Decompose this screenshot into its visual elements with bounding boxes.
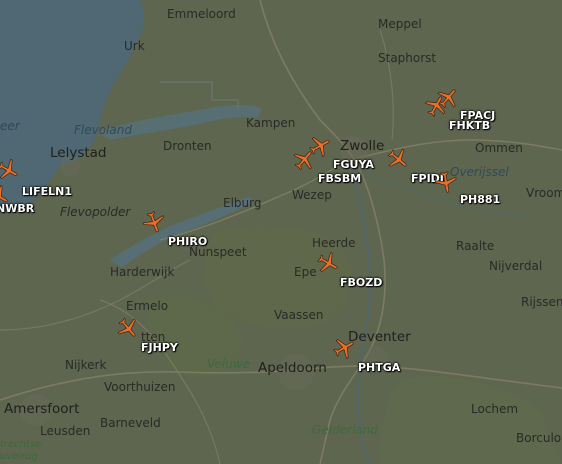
place-vaassen: Vaassen [274, 308, 324, 322]
aircraft-icon-fpidi[interactable] [386, 147, 410, 171]
aircraft-callsign-ph881[interactable]: PH881 [460, 194, 500, 205]
place-dronten: Dronten [163, 139, 212, 153]
place-kampen: Kampen [246, 116, 296, 130]
water-label-overijssel: Overijssel [450, 165, 509, 179]
aircraft-icon-ph881[interactable] [434, 170, 458, 194]
place-emmeloord: Emmeloord [167, 7, 236, 21]
place-eer: eer [0, 119, 20, 133]
aircraft-callsign-fjhpy[interactable]: FJHPY [141, 342, 178, 353]
aircraft-callsign-fhktb[interactable]: FHKTB [449, 120, 490, 131]
aircraft-callsign-fguya[interactable]: FGUYA [333, 159, 374, 170]
place-meppel: Meppel [378, 17, 422, 31]
region-gelderland: Gelderland [312, 423, 378, 437]
place-leusden: Leusden [40, 424, 91, 438]
aircraft-callsign-phiro[interactable]: PHIRO [168, 236, 207, 247]
region-utrecht: trechtse [0, 439, 42, 450]
aircraft-icon-fbozd[interactable] [316, 251, 340, 275]
place-lelystad: Lelystad [50, 145, 107, 161]
place-heerde: Heerde [312, 236, 356, 250]
place-nijverdal: Nijverdal [489, 259, 543, 273]
aircraft-callsign-lifeln1[interactable]: LIFELN1 [22, 186, 72, 197]
aircraft-callsign-fbsbm[interactable]: FBSBM [318, 173, 361, 184]
place-ommen: Ommen [475, 141, 523, 155]
map-basemap [0, 0, 562, 464]
aircraft-icon-phtga[interactable] [332, 336, 356, 360]
place-urk: Urk [124, 39, 145, 53]
region-heuvelrug: uvelrug [0, 451, 38, 462]
aircraft-icon-fhktb[interactable] [424, 94, 448, 118]
aircraft-icon-lifeln1[interactable] [0, 158, 20, 182]
place-harderwijk: Harderwijk [110, 265, 175, 279]
place-amersfoort: Amersfoort [4, 401, 80, 417]
place-elburg: Elburg [223, 196, 262, 210]
place-barneveld: Barneveld [100, 416, 161, 430]
place-epe: Epe [294, 265, 317, 279]
place-deventer: Deventer [348, 329, 411, 345]
place-ermelo: Ermelo [126, 299, 169, 313]
place-nijkerk: Nijkerk [65, 358, 107, 372]
place-vroomshoop: Vroom [526, 186, 562, 200]
place-zwolle: Zwolle [340, 138, 385, 154]
place-rijssen: Rijssen [521, 295, 562, 309]
place-lochem: Lochem [471, 402, 519, 416]
region-flevopolder: Flevopolder [60, 205, 131, 219]
aircraft-icon-fjhpy[interactable] [116, 316, 140, 340]
place-apeldoorn: Apeldoorn [258, 360, 327, 376]
region-veluwe: Veluwe [207, 357, 251, 371]
place-wezep: Wezep [292, 188, 332, 202]
aircraft-callsign-nwbr[interactable]: NWBR [0, 203, 34, 214]
aircraft-icon-fbsbm[interactable] [292, 148, 316, 172]
place-raalte: Raalte [456, 239, 495, 253]
place-voorthuizen: Voorthuizen [104, 380, 176, 394]
place-borculo: Borculo [516, 431, 562, 445]
map-viewport[interactable]: Emmeloord Meppel Urk Staphorst Lelystad … [0, 0, 562, 464]
aircraft-icon-phiro[interactable] [142, 210, 166, 234]
place-staphorst: Staphorst [378, 51, 437, 65]
aircraft-callsign-fbozd[interactable]: FBOZD [340, 277, 382, 288]
aircraft-callsign-phtga[interactable]: PHTGA [358, 362, 400, 373]
water-label-flevoland: Flevoland [74, 123, 132, 137]
